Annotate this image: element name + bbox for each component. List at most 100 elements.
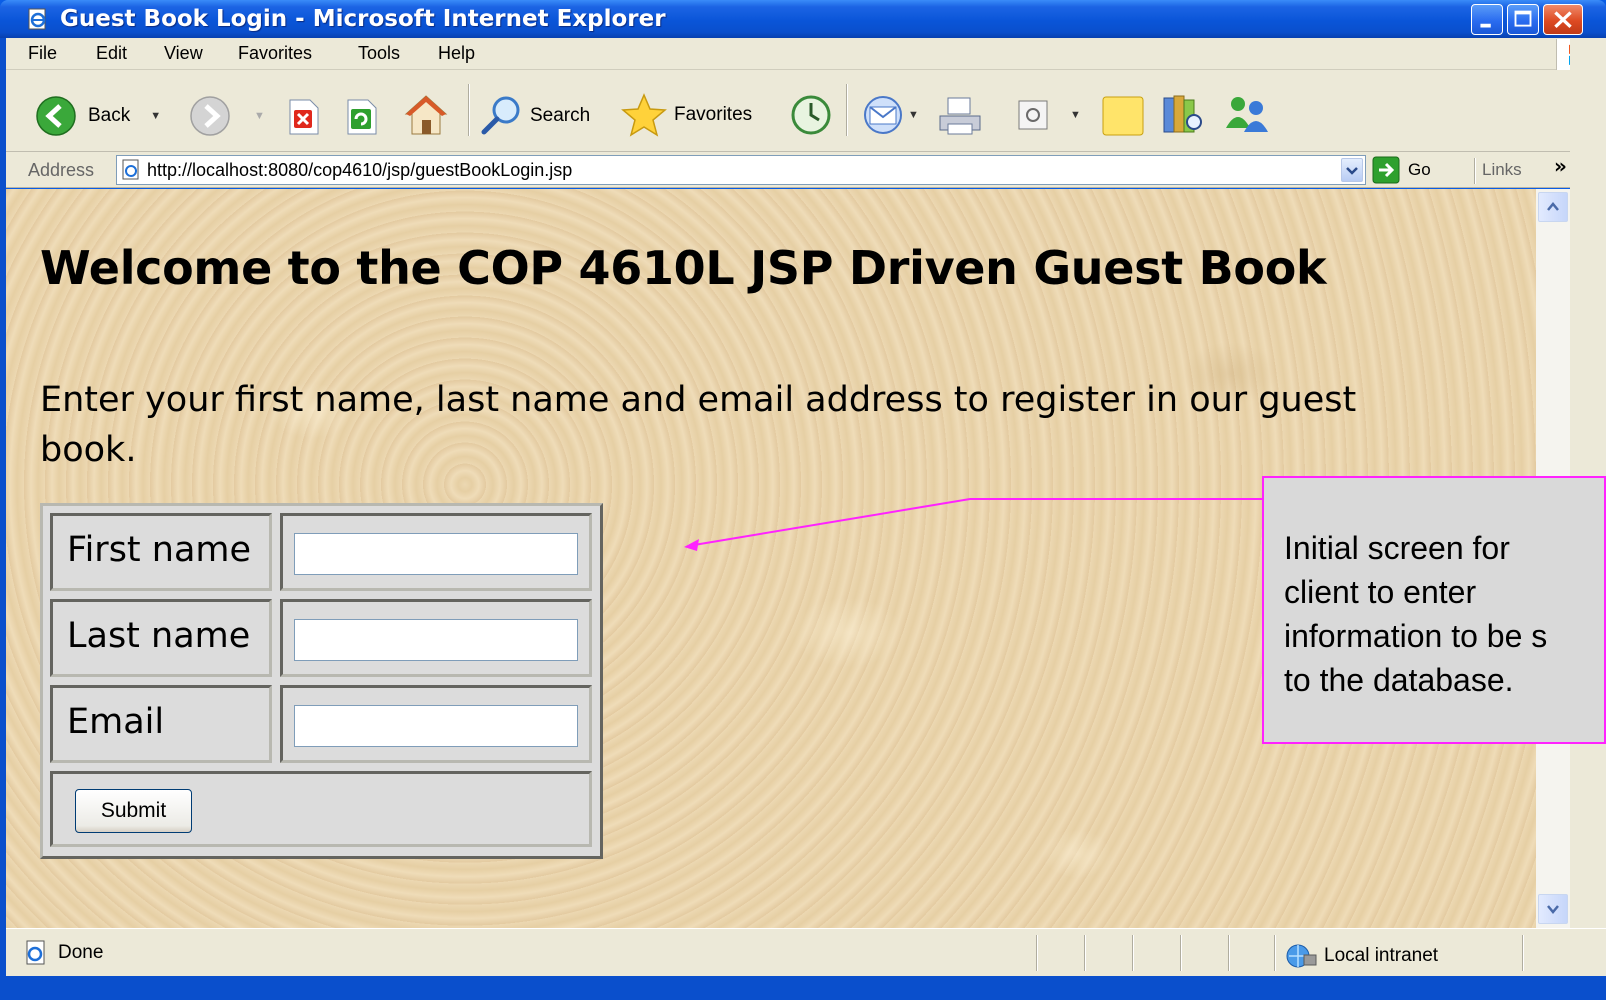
url-input[interactable] [147, 158, 1327, 182]
back-label: Back [88, 105, 131, 126]
guestbook-form-table: First name Last name Email Submit [40, 503, 603, 859]
local-intranet-icon [1286, 944, 1317, 968]
scroll-down-button[interactable] [1538, 894, 1568, 924]
research-books-icon [1163, 95, 1202, 133]
status-separator [1228, 935, 1230, 971]
status-separator [1084, 935, 1086, 971]
edit-page-icon [1018, 100, 1048, 130]
back-dropdown-icon[interactable]: ▼ [150, 110, 161, 122]
status-bar: Done Local intranet [6, 928, 1606, 976]
email-label: Email [67, 702, 165, 742]
status-text: Done [58, 942, 104, 963]
last-name-label-cell: Last name [50, 599, 272, 677]
callout-line-4: to the database. [1284, 662, 1514, 698]
search-icon [481, 96, 520, 135]
history-icon [791, 95, 831, 135]
menu-tools[interactable]: Tools [358, 43, 400, 64]
annotation-callout: Initial screen for client to enter infor… [1262, 476, 1606, 744]
menu-edit[interactable]: Edit [96, 43, 127, 64]
address-field[interactable] [116, 155, 1366, 185]
go-label: Go [1408, 160, 1431, 179]
chevron-down-icon [1346, 167, 1358, 175]
print-button[interactable] [936, 94, 984, 138]
messenger-button[interactable] [1222, 92, 1272, 138]
links-chevron[interactable]: » [1554, 154, 1567, 178]
last-name-label: Last name [67, 616, 251, 656]
first-name-input[interactable] [294, 533, 578, 575]
go-arrow-icon [1372, 156, 1400, 184]
submit-button[interactable]: Submit [75, 789, 192, 833]
callout-line-3: information to be s [1284, 618, 1548, 654]
ie-page-icon [26, 940, 45, 965]
menu-favorites[interactable]: Favorites [238, 43, 312, 64]
edit-dropdown-icon[interactable]: ▼ [1070, 109, 1081, 121]
address-dropdown-button[interactable] [1341, 158, 1363, 182]
maximize-icon [1514, 10, 1532, 27]
edit-button[interactable]: ▼ [1016, 98, 1081, 132]
standard-toolbar: Back ▼ ▼ Search Favorites ▼ ▼ [6, 70, 1606, 152]
toolbar-separator [468, 84, 470, 136]
forward-dropdown-icon[interactable]: ▼ [254, 110, 265, 122]
page-heading: Welcome to the COP 4610L JSP Driven Gues… [40, 241, 1327, 295]
minimize-icon [1480, 23, 1491, 28]
history-button[interactable] [788, 92, 834, 138]
messenger-people-icon [1226, 97, 1268, 132]
status-separator [1274, 935, 1276, 971]
status-separator [1132, 935, 1134, 971]
refresh-button[interactable] [344, 98, 378, 136]
first-name-label: First name [67, 530, 252, 570]
email-field-cell [280, 685, 592, 763]
status-separator [1522, 935, 1524, 971]
refresh-icon [347, 99, 377, 135]
zone-label: Local intranet [1324, 945, 1439, 966]
address-bar: Address Go Links » [6, 152, 1606, 188]
favorites-button[interactable]: Favorites [620, 92, 752, 138]
toolbar-separator [846, 84, 848, 136]
status-separator [1036, 935, 1038, 971]
callout-line-1: Initial screen for [1284, 530, 1510, 566]
forward-button[interactable]: ▼ [188, 94, 265, 138]
ie-page-icon [28, 8, 46, 30]
maximize-button[interactable] [1507, 4, 1539, 35]
intro-text-line2: book. [40, 430, 137, 470]
title-bar: Guest Book Login - Microsoft Internet Ex… [0, 0, 1606, 38]
mail-button[interactable]: ▼ [860, 94, 919, 136]
search-button[interactable]: Search [478, 94, 590, 138]
stop-button[interactable] [286, 98, 320, 136]
close-icon [1554, 11, 1572, 29]
close-button[interactable] [1543, 4, 1583, 35]
links-label[interactable]: Links [1482, 160, 1522, 180]
research-button[interactable] [1160, 92, 1206, 138]
chevron-up-icon [1547, 202, 1559, 211]
email-label-cell: Email [50, 685, 272, 763]
menu-file[interactable]: File [28, 43, 57, 64]
security-zone: Local intranet [1284, 941, 1438, 971]
email-input[interactable] [294, 705, 578, 747]
minimize-button[interactable] [1471, 4, 1503, 35]
mail-dropdown-icon[interactable]: ▼ [908, 109, 919, 121]
mail-icon [864, 96, 902, 134]
discuss-button[interactable] [1100, 94, 1146, 138]
menu-help[interactable]: Help [438, 43, 475, 64]
print-icon [939, 97, 981, 135]
note-icon [1102, 96, 1144, 136]
search-label: Search [530, 105, 591, 126]
status-separator [1180, 935, 1182, 971]
ie-page-icon [122, 159, 139, 180]
last-name-field-cell [280, 599, 592, 677]
back-button[interactable]: Back ▼ [34, 94, 161, 138]
window-title: Guest Book Login - Microsoft Internet Ex… [60, 6, 666, 32]
intro-text-line1: Enter your first name, last name and ema… [40, 380, 1357, 420]
menu-view[interactable]: View [164, 43, 203, 64]
stop-icon [289, 99, 319, 135]
first-name-field-cell [280, 513, 592, 591]
home-button[interactable] [402, 92, 450, 138]
last-name-input[interactable] [294, 619, 578, 661]
favorites-label: Favorites [674, 104, 753, 125]
address-label: Address [28, 160, 95, 180]
go-button[interactable]: Go [1372, 156, 1431, 184]
scroll-up-button[interactable] [1538, 192, 1568, 222]
address-separator [1474, 158, 1476, 184]
favorites-star-icon [621, 93, 667, 137]
home-icon [404, 95, 448, 135]
